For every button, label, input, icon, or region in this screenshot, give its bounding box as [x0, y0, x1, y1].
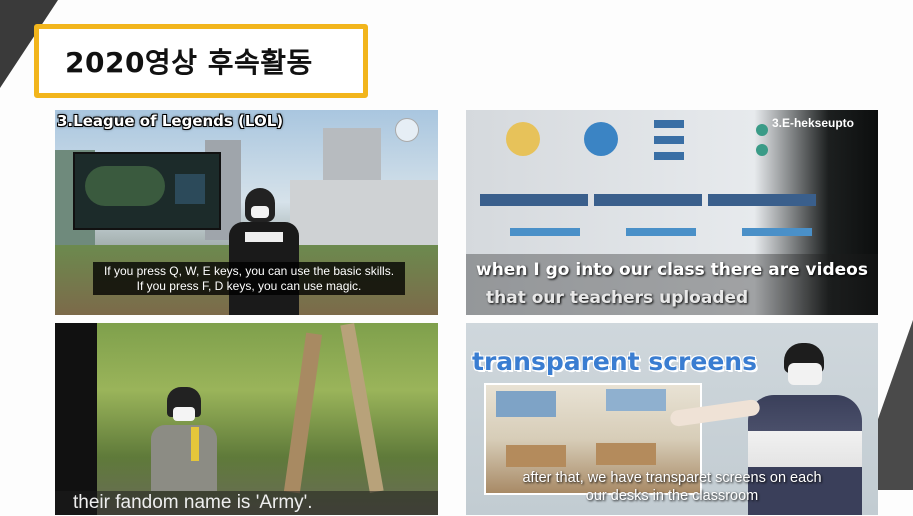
- panel-heading: transparent screens: [472, 347, 757, 376]
- building: [290, 180, 438, 250]
- game-map: [175, 174, 205, 204]
- ui-bar: [626, 228, 696, 236]
- slide-title: 2020영상 후속활동: [65, 46, 313, 79]
- subtitle: If you press Q, W, E keys, you can use t…: [93, 262, 405, 295]
- ui-button: [654, 136, 684, 144]
- ui-button: [654, 152, 684, 160]
- game-map: [85, 166, 165, 206]
- face-mask: [251, 206, 269, 218]
- title-box: 2020영상 후속활동: [34, 24, 368, 98]
- status-dot: [756, 124, 768, 136]
- video-tag: 3.E-hekseupto: [771, 116, 854, 130]
- trees: [97, 323, 438, 515]
- window: [496, 391, 556, 417]
- ui-bar: [510, 228, 580, 236]
- video-thumbnail-elearning[interactable]: 3.E-hekseupto when I go into our class t…: [466, 110, 878, 315]
- panel-heading: 3.League of Legends (LOL): [57, 112, 284, 130]
- ui-bar: [708, 194, 816, 206]
- app-icon: [506, 122, 540, 156]
- paper: [245, 232, 283, 242]
- desk: [506, 445, 566, 467]
- status-dot: [756, 144, 768, 156]
- ui-bar: [480, 194, 588, 206]
- subtitle-line: after that, we have transparet screens o…: [522, 470, 822, 486]
- face-mask: [788, 363, 822, 385]
- ui-button: [654, 120, 684, 128]
- face-mask: [173, 407, 195, 421]
- desk: [596, 443, 656, 465]
- slide: 2020영상 후속활동 3.League of Legends (LOL) If…: [0, 0, 913, 516]
- subtitle-line: our desks in the classroom: [585, 488, 759, 504]
- person-body: [151, 425, 217, 491]
- video-thumbnail-classroom[interactable]: transparent screens after that, we have …: [466, 323, 878, 515]
- lanyard: [191, 427, 199, 461]
- video-thumbnail-outdoor[interactable]: their fandom name is 'Army'.: [55, 323, 438, 515]
- subtitle: their fandom name is 'Army'.: [55, 491, 438, 515]
- subtitle-line: If you press Q, W, E keys, you can use t…: [103, 264, 395, 278]
- app-icon: [584, 122, 618, 156]
- subtitle-line: If you press F, D keys, you can use magi…: [136, 279, 362, 293]
- subtitle: after that, we have transparet screens o…: [466, 469, 878, 505]
- subtitle-line: when I go into our class there are video…: [476, 260, 868, 280]
- game-screenshot: [73, 152, 221, 230]
- logo-icon: [395, 118, 419, 142]
- video-thumbnail-lol[interactable]: 3.League of Legends (LOL) If you press Q…: [55, 110, 438, 315]
- subtitle-line: that our teachers uploaded: [486, 288, 749, 308]
- ui-bar: [594, 194, 702, 206]
- window: [606, 389, 666, 411]
- ui-bar: [742, 228, 812, 236]
